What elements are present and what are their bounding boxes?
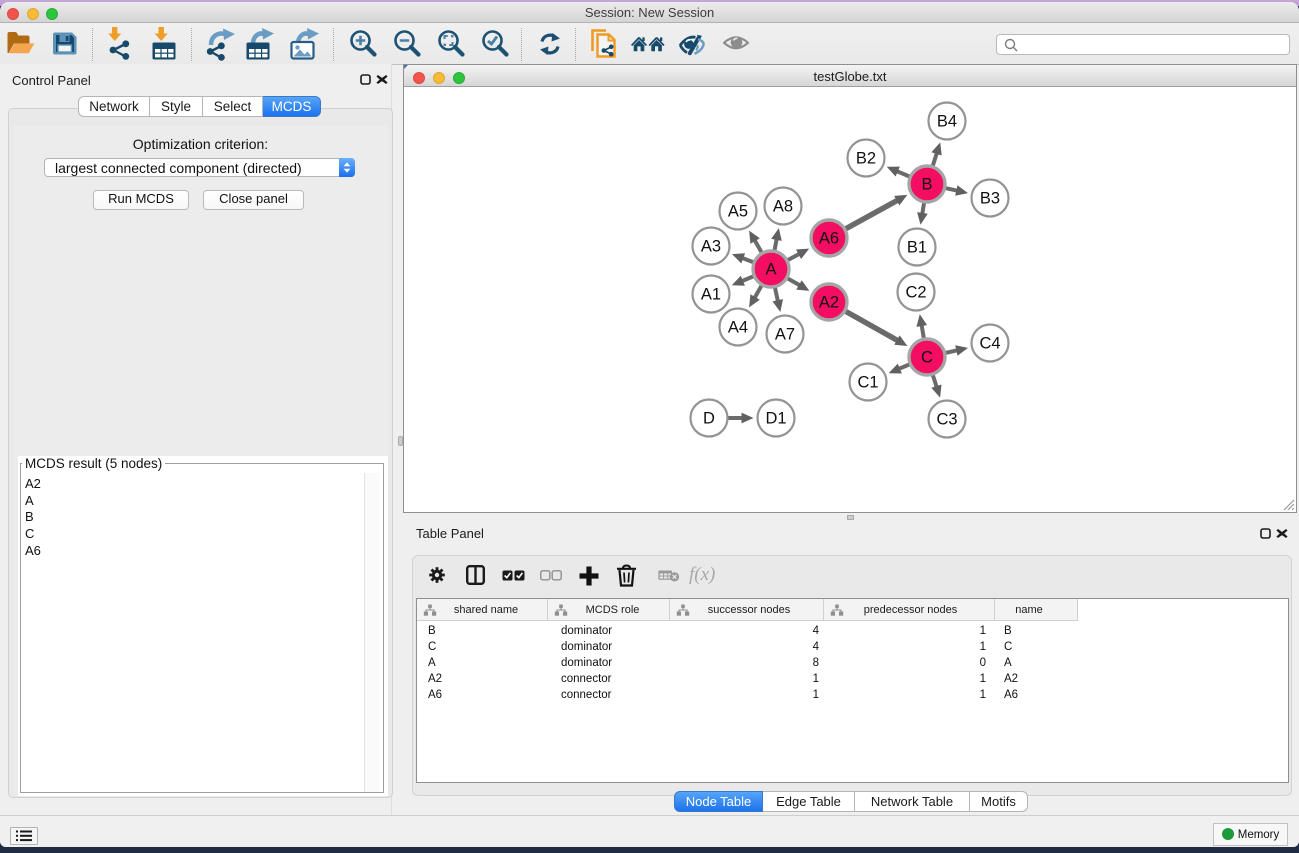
svg-text:C2: C2: [905, 284, 926, 302]
svg-text:B1: B1: [907, 239, 927, 257]
svg-text:A5: A5: [728, 203, 748, 221]
svg-text:B2: B2: [856, 150, 876, 168]
svg-text:C: C: [921, 349, 933, 367]
svg-text:A2: A2: [819, 294, 839, 312]
svg-text:A1: A1: [701, 286, 721, 304]
svg-text:A3: A3: [701, 238, 721, 256]
svg-text:B: B: [921, 176, 932, 194]
svg-text:B3: B3: [980, 190, 1000, 208]
svg-text:C3: C3: [936, 411, 957, 429]
svg-text:D: D: [703, 410, 715, 428]
svg-text:D1: D1: [765, 410, 786, 428]
svg-text:B4: B4: [937, 113, 957, 131]
svg-text:C1: C1: [857, 374, 878, 392]
svg-text:A8: A8: [773, 198, 793, 216]
svg-text:A6: A6: [819, 230, 839, 248]
svg-text:A4: A4: [728, 319, 748, 337]
svg-text:C4: C4: [979, 335, 1000, 353]
svg-text:A: A: [765, 261, 776, 279]
svg-text:A7: A7: [775, 326, 795, 344]
